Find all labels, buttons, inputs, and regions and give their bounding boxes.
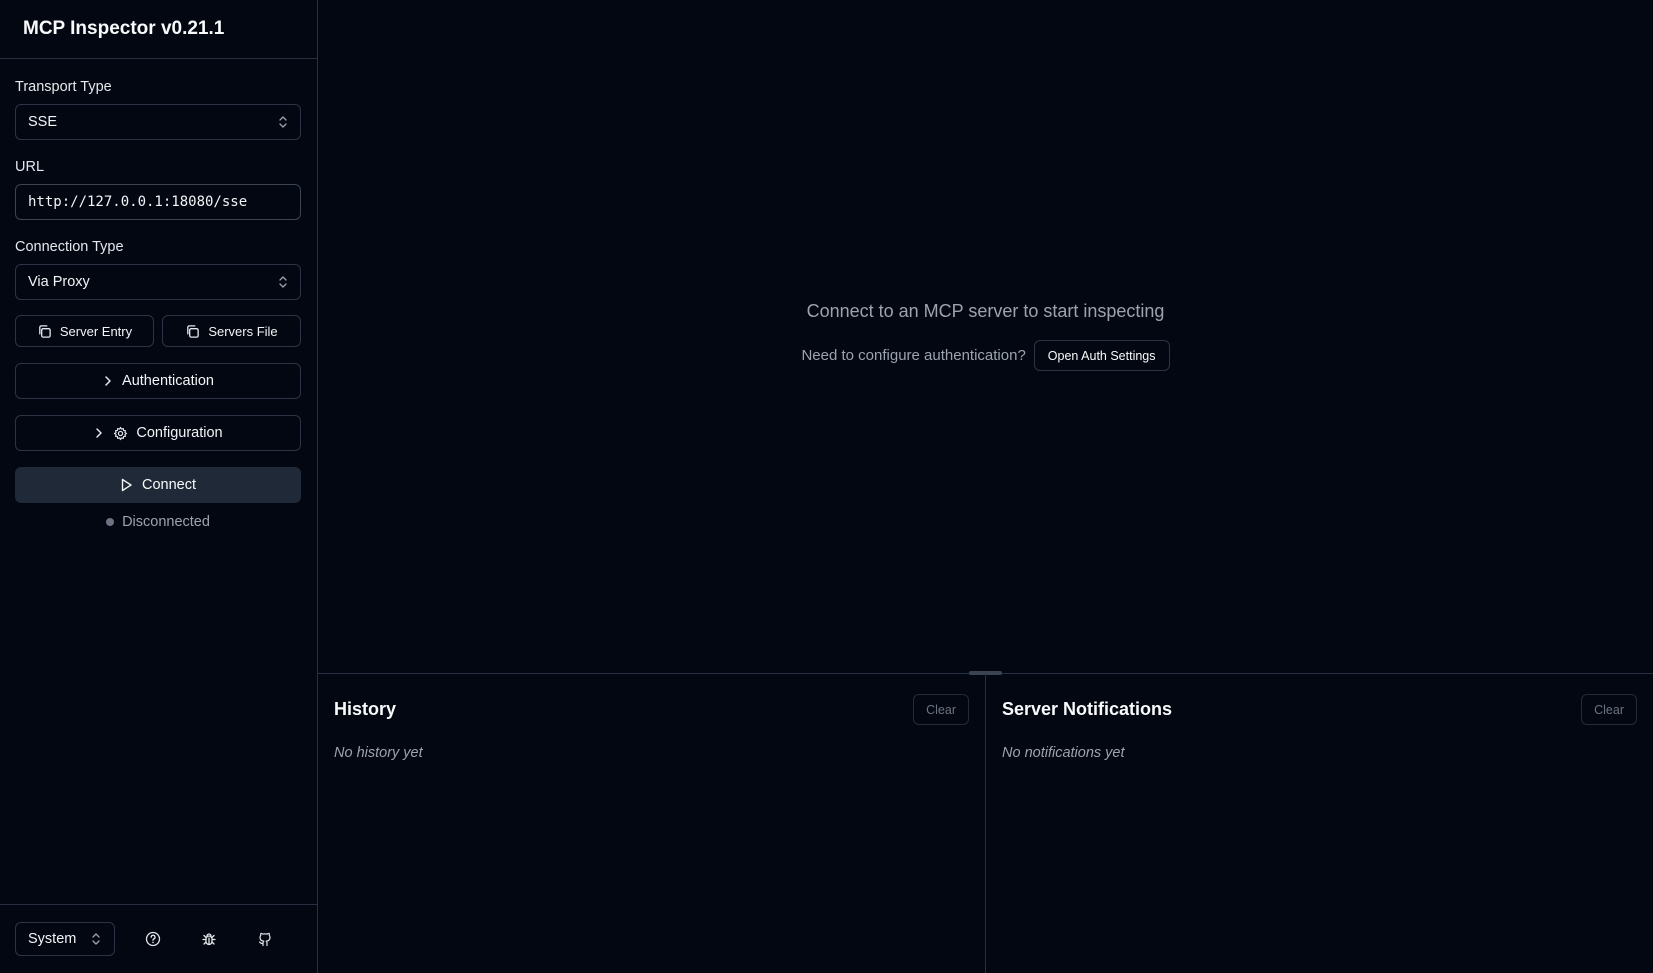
github-button[interactable] [247, 922, 283, 956]
main-content: Connect to an MCP server to start inspec… [318, 0, 1653, 973]
status-text: Disconnected [122, 514, 210, 530]
bottom-panels: History Clear No history yet Server Noti… [318, 674, 1653, 973]
transport-type-value: SSE [28, 114, 58, 130]
help-circle-icon [145, 931, 161, 947]
connect-label: Connect [141, 477, 196, 493]
history-panel: History Clear No history yet [318, 674, 985, 973]
notifications-header: Server Notifications Clear [1002, 694, 1637, 725]
url-input[interactable]: http://127.0.0.1:18080/sse [15, 184, 301, 220]
connection-type-label: Connection Type [15, 239, 124, 255]
chevron-right-icon [96, 428, 103, 438]
servers-file-button[interactable]: Servers File [162, 315, 301, 347]
help-button[interactable] [135, 922, 171, 956]
empty-state: Connect to an MCP server to start inspec… [318, 0, 1653, 673]
chevrons-up-down-icon [92, 933, 100, 945]
app-root: MCP Inspector v0.21.1 Transport Type SSE… [0, 0, 1653, 973]
server-entry-button[interactable]: Server Entry [15, 315, 154, 347]
clear-history-button[interactable]: Clear [913, 694, 969, 725]
sidebar-body: Transport Type SSE URL http://127.0.0.1:… [0, 59, 317, 904]
url-value: http://127.0.0.1:18080/sse [28, 194, 248, 210]
auth-prompt-row: Need to configure authentication? Open A… [801, 340, 1170, 371]
empty-state-title: Connect to an MCP server to start inspec… [806, 301, 1165, 321]
url-label: URL [15, 159, 45, 175]
sidebar-footer: System [0, 904, 317, 973]
notifications-title: Server Notifications [1002, 699, 1173, 719]
configuration-label: Configuration [136, 425, 223, 441]
sidebar: MCP Inspector v0.21.1 Transport Type SSE… [0, 0, 318, 973]
open-auth-settings-button[interactable]: Open Auth Settings [1033, 340, 1170, 371]
history-header: History Clear [334, 694, 969, 725]
chevron-right-icon [105, 376, 111, 386]
notifications-panel: Server Notifications Clear No notificati… [985, 674, 1653, 973]
gear-icon [114, 426, 128, 440]
chevrons-up-down-icon [279, 116, 287, 128]
transport-type-label: Transport Type [15, 79, 112, 95]
config-export-row: Server Entry Servers File [15, 315, 302, 347]
configuration-toggle-button[interactable]: Configuration [15, 415, 301, 451]
sidebar-header: MCP Inspector v0.21.1 [0, 0, 317, 59]
github-icon [258, 932, 271, 947]
connection-type-value: Via Proxy [28, 274, 90, 290]
theme-value: System [28, 931, 77, 947]
notifications-empty-text: No notifications yet [1002, 745, 1125, 761]
play-icon [121, 478, 132, 492]
copy-icon [39, 324, 51, 338]
bug-icon [202, 933, 216, 946]
clear-notifications-button[interactable]: Clear [1581, 694, 1637, 725]
history-empty-text: No history yet [334, 745, 423, 761]
debug-button[interactable] [191, 922, 227, 956]
authentication-label: Authentication [122, 373, 214, 389]
servers-file-label: Servers File [208, 323, 278, 339]
theme-select[interactable]: System [15, 922, 115, 956]
chevrons-up-down-icon [279, 276, 287, 288]
history-title: History [334, 699, 397, 719]
copy-icon [187, 324, 200, 338]
authentication-toggle-button[interactable]: Authentication [15, 363, 301, 399]
connect-button[interactable]: Connect [15, 467, 301, 503]
status-dot [106, 518, 115, 526]
auth-prompt-text: Need to configure authentication? [801, 347, 1026, 364]
app-title: MCP Inspector v0.21.1 [23, 18, 225, 39]
connection-status: Disconnected [15, 514, 301, 530]
transport-type-select[interactable]: SSE [15, 104, 301, 140]
server-entry-label: Server Entry [59, 323, 133, 339]
connection-type-select[interactable]: Via Proxy [15, 264, 301, 300]
